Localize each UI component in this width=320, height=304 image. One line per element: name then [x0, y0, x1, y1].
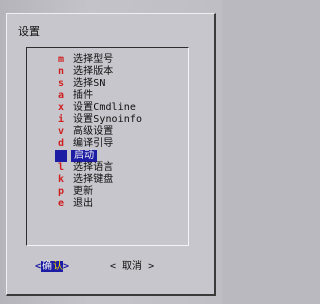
- menu-item-label: 高级设置: [73, 126, 114, 137]
- menu-item-label: 编译引导: [73, 138, 114, 149]
- cancel-label: 取消: [116, 261, 149, 272]
- hotkey: l: [57, 162, 65, 173]
- hotkey: s: [57, 78, 65, 89]
- hotkey: k: [57, 174, 65, 185]
- menu-item-label: 选择SN: [73, 78, 106, 89]
- ok-right-bracket: >: [63, 261, 70, 272]
- menu-item-label: 选择版本: [73, 66, 114, 77]
- ok-button[interactable]: <确认>: [35, 260, 69, 274]
- settings-dialog: 设置 m 选择型号 n 选择版本 s 选择SN a 插件 x 设置Cmdline: [6, 13, 216, 296]
- menu-item-label: 选择语言: [73, 162, 114, 173]
- cancel-right-bracket: >: [148, 261, 155, 272]
- hotkey: e: [57, 198, 65, 209]
- menu-item-label: 选择键盘: [73, 174, 114, 185]
- hotkey: b: [55, 150, 67, 162]
- dialog-title: 设置: [18, 25, 40, 38]
- menu-item-label: 退出: [73, 198, 94, 209]
- menu-item-label: 设置Synoinfo: [73, 114, 143, 125]
- hotkey: a: [57, 90, 65, 101]
- hotkey: p: [57, 186, 65, 197]
- hotkey: v: [57, 126, 65, 137]
- hotkey: d: [57, 138, 65, 149]
- ok-label: 确: [41, 261, 54, 272]
- hotkey: n: [57, 66, 65, 77]
- menu-item-label: 插件: [73, 90, 94, 101]
- hotkey: x: [57, 102, 65, 113]
- menu-item-label: 选择型号: [73, 54, 114, 65]
- hotkey: m: [57, 54, 65, 65]
- hotkey: i: [57, 114, 65, 125]
- menu-item-label: 设置Cmdline: [73, 102, 137, 113]
- menu-item-label: 启动: [71, 150, 98, 162]
- ok-hotkey: 认: [53, 261, 64, 272]
- terminal-screen: 设置 m 选择型号 n 选择版本 s 选择SN a 插件 x 设置Cmdline: [0, 0, 222, 304]
- cancel-button[interactable]: < 取消 >: [110, 260, 154, 274]
- menu-item-label: 更新: [73, 186, 94, 197]
